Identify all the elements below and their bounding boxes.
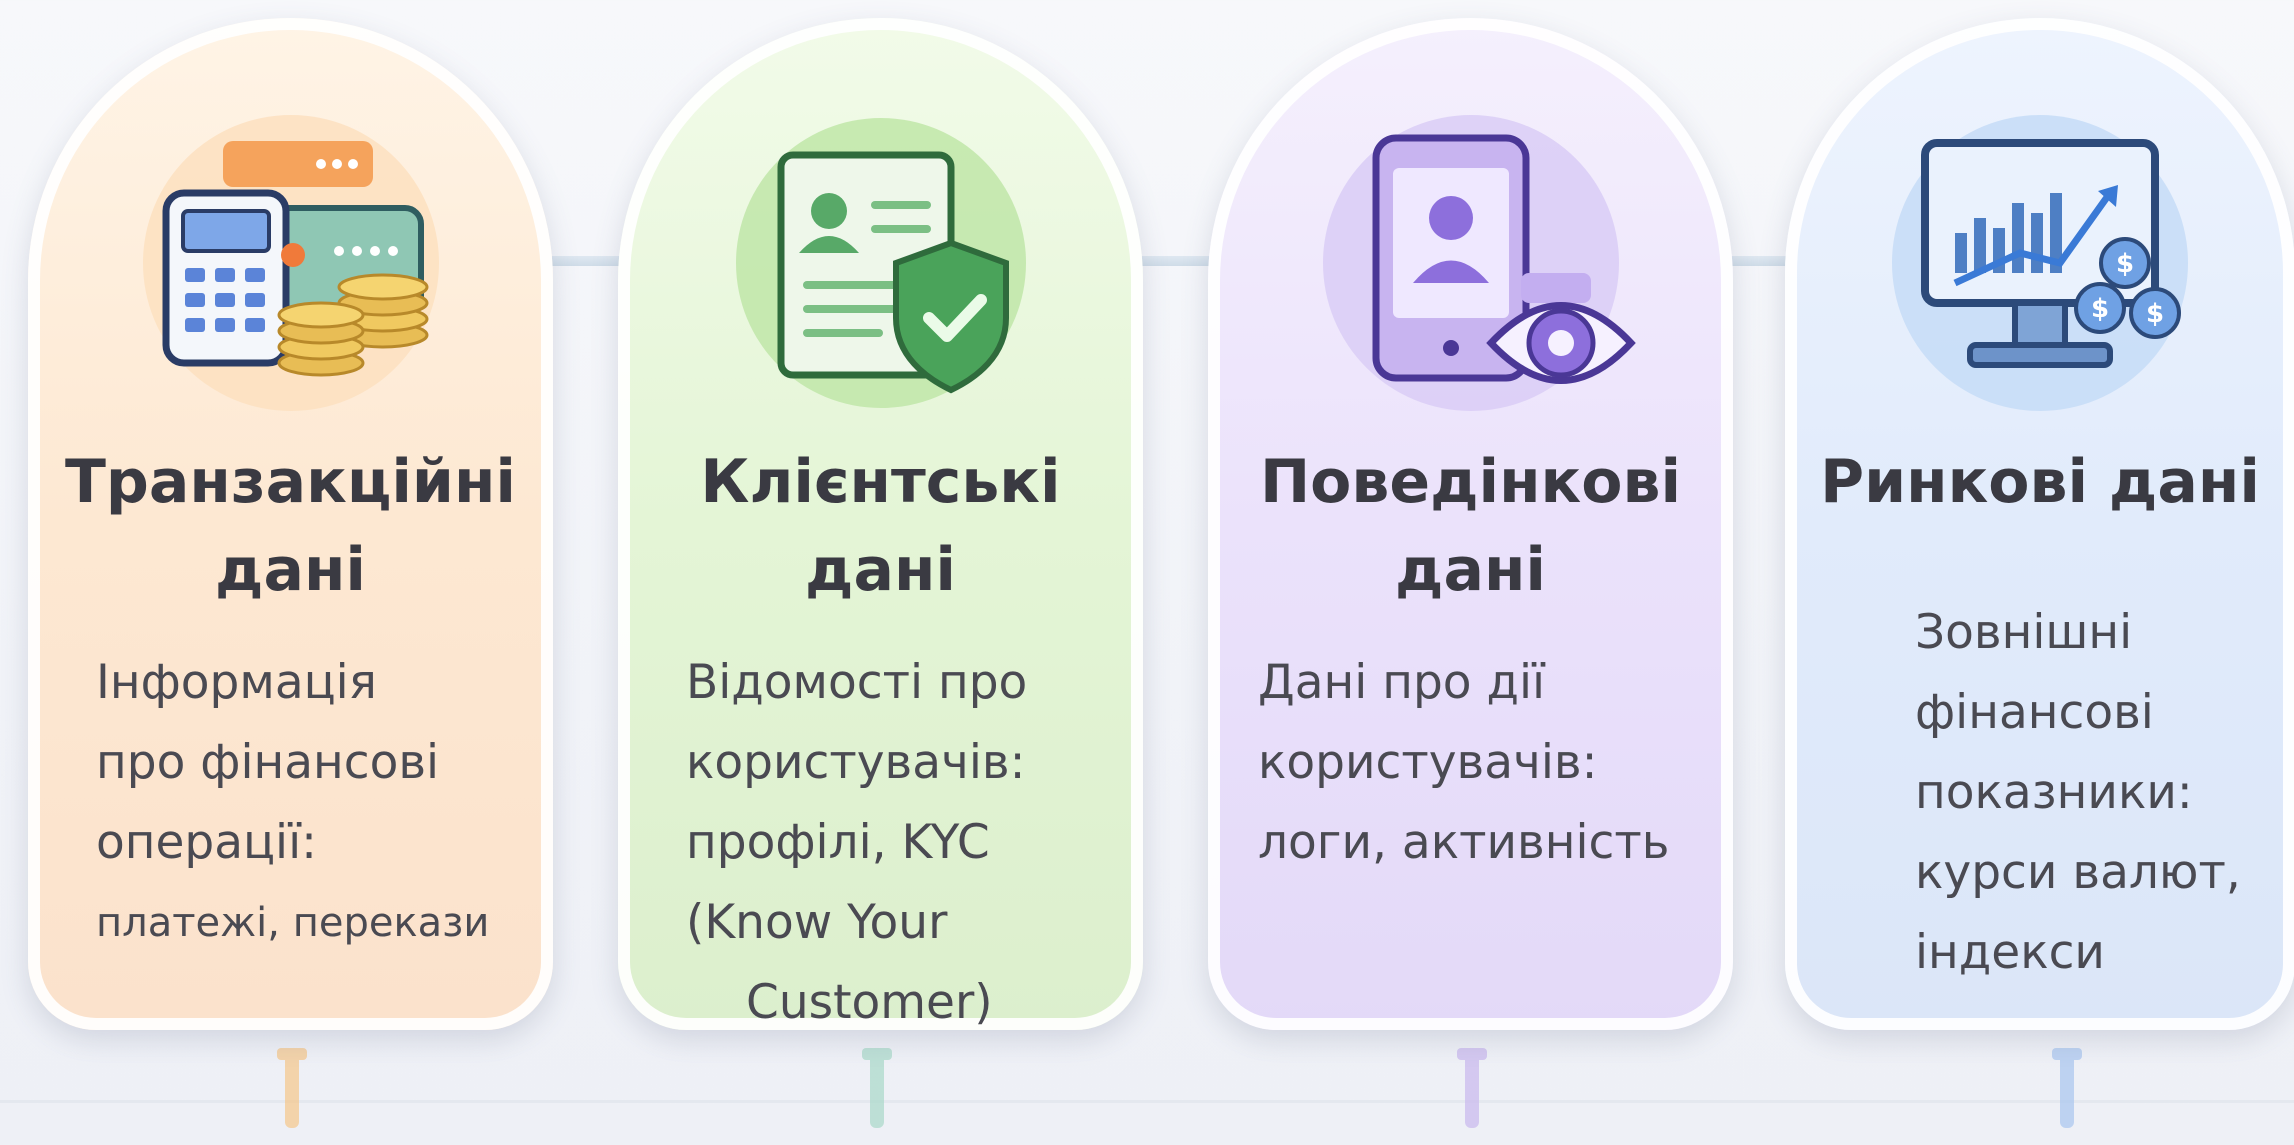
- card-client-data: Клієнтські дані Відомості про користувач…: [618, 18, 1143, 1030]
- monitor-chart-dollar-icon: $$ $: [1892, 115, 2188, 411]
- id-card-shield-icon: [735, 118, 1026, 408]
- card-description-tail: Customer): [746, 975, 993, 1030]
- bottom-rail: [0, 1100, 2294, 1103]
- stem-purple: [1457, 1048, 1487, 1128]
- connector-2-3: [1130, 256, 1220, 266]
- card-title: Транзакційні дані: [65, 447, 516, 605]
- svg-text:$: $: [2146, 299, 2164, 329]
- card-description: Зовнішні фінансові показники: курси валю…: [1915, 605, 2241, 980]
- tablet-eye-icon: [1322, 115, 1636, 411]
- stem-green: [862, 1048, 892, 1128]
- card-title: Клієнтські дані: [700, 447, 1061, 605]
- card-description: Інформація про фінансові операції:: [96, 655, 440, 870]
- card-transactional-data: Транзакційні дані Інформація про фінансо…: [28, 18, 553, 1030]
- card-title: Поведінкові дані: [1259, 447, 1682, 605]
- stem-blue: [2052, 1048, 2082, 1128]
- stem-orange: [277, 1048, 307, 1128]
- card-behavioral-data: Поведінкові дані Дані про дії користувач…: [1208, 18, 1733, 1030]
- card-market-data: $ $ $ Ринкові дані Зовнішні фінансові пока…: [1785, 18, 2294, 1030]
- svg-text:$: $: [2116, 249, 2134, 279]
- card-description: Відомості про користувачів: профілі, KYC…: [686, 655, 1028, 950]
- connector-1-2: [540, 256, 630, 266]
- calculator-coins-icon: [142, 115, 439, 411]
- svg-text:$: $: [2091, 294, 2109, 324]
- card-description-tail: платежі, перекази: [96, 900, 490, 946]
- card-description: Дані про дії користувачів: логи, активні…: [1258, 655, 1670, 870]
- card-title: Ринкові дані: [1820, 447, 2260, 517]
